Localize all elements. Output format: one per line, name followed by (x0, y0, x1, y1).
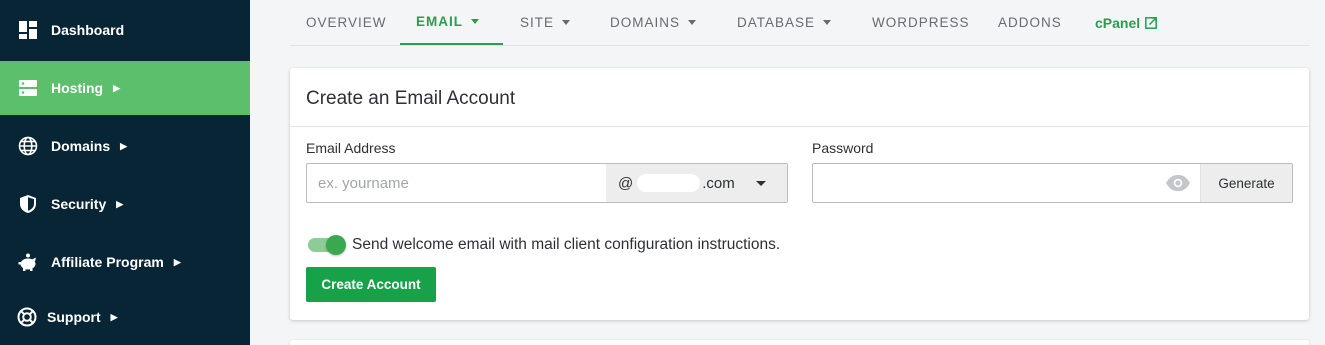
tab-site[interactable]: SITE (504, 0, 586, 45)
welcome-email-toggle[interactable] (308, 235, 346, 255)
tab-label: WORDPRESS (872, 15, 970, 30)
tab-label: DOMAINS (610, 15, 681, 30)
tab-label: OVERVIEW (306, 15, 387, 30)
eye-icon[interactable] (1165, 173, 1191, 193)
next-card (290, 340, 1309, 345)
sidebar-item-label: Security (51, 196, 107, 212)
sidebar-item-dashboard[interactable]: Dashboard (0, 3, 250, 57)
tab-email[interactable]: EMAIL (400, 0, 503, 45)
caret-down-icon (823, 20, 832, 25)
toggle-knob (326, 235, 346, 255)
sidebar-item-affiliate-program[interactable]: Affiliate Program ▶ (0, 235, 250, 289)
sidebar-item-label: Dashboard (51, 22, 125, 38)
caret-down-icon (756, 181, 766, 186)
tab-wordpress[interactable]: WORDPRESS (856, 0, 986, 45)
tab-addons[interactable]: ADDONS (982, 0, 1078, 45)
email-username-input[interactable] (307, 164, 607, 202)
generate-button[interactable]: Generate (1200, 164, 1292, 202)
divider (290, 126, 1309, 127)
sidebar-item-support[interactable]: Support ▶ (0, 290, 250, 344)
password-field: Generate (812, 163, 1293, 203)
sidebar-item-label: Support (47, 309, 101, 325)
shield-icon (18, 194, 38, 214)
sidebar-item-label: Domains (51, 138, 111, 154)
sidebar: Dashboard Hosting ▶ Domains ▶ Security ▶… (0, 0, 250, 345)
email-address-label: Email Address (306, 140, 396, 156)
tab-label: cPanel (1095, 14, 1141, 31)
tab-label: ADDONS (998, 15, 1062, 30)
tab-domains[interactable]: DOMAINS (594, 0, 712, 45)
caret-right-icon: ▶ (120, 140, 128, 151)
tab-database[interactable]: DATABASE (721, 0, 847, 45)
password-label: Password (812, 140, 874, 156)
sidebar-item-label: Affiliate Program (51, 254, 164, 270)
domain-at: @ (618, 174, 634, 192)
tab-label: EMAIL (416, 14, 463, 29)
server-icon (18, 78, 38, 98)
welcome-email-label: Send welcome email with mail client conf… (352, 236, 781, 253)
create-account-button[interactable]: Create Account (306, 267, 436, 302)
caret-down-icon (688, 20, 697, 25)
caret-right-icon: ▶ (173, 256, 181, 267)
redacted-domain (637, 174, 701, 192)
tab-cpanel[interactable]: cPanel (1079, 0, 1173, 45)
card-title: Create an Email Account (306, 88, 516, 109)
sidebar-item-hosting[interactable]: Hosting ▶ (0, 61, 250, 115)
lifebuoy-icon (17, 307, 37, 327)
tab-label: DATABASE (737, 15, 816, 30)
tab-overview[interactable]: OVERVIEW (290, 0, 403, 45)
dashboard-icon (18, 20, 38, 40)
caret-right-icon: ▶ (116, 198, 124, 209)
caret-down-icon (562, 20, 571, 25)
caret-down-icon (471, 19, 479, 24)
domain-suffix: .com (702, 174, 735, 192)
create-email-card: Create an Email Account Email Address @ … (290, 68, 1309, 320)
sidebar-item-domains[interactable]: Domains ▶ (0, 119, 250, 173)
hosting-tabs: OVERVIEW EMAIL SITE DOMAINS DATABASE WOR… (290, 0, 1309, 46)
password-input[interactable] (813, 164, 1153, 202)
sidebar-item-security[interactable]: Security ▶ (0, 177, 250, 231)
caret-right-icon: ▶ (113, 82, 121, 93)
domain-select[interactable]: @ .com (606, 164, 787, 202)
email-field: @ .com (306, 163, 788, 203)
caret-right-icon: ▶ (110, 311, 118, 322)
external-link-icon (1145, 16, 1158, 29)
sidebar-item-label: Hosting (51, 80, 104, 96)
globe-icon (18, 136, 38, 156)
tab-label: SITE (520, 15, 555, 30)
piggy-bank-icon (18, 252, 38, 272)
